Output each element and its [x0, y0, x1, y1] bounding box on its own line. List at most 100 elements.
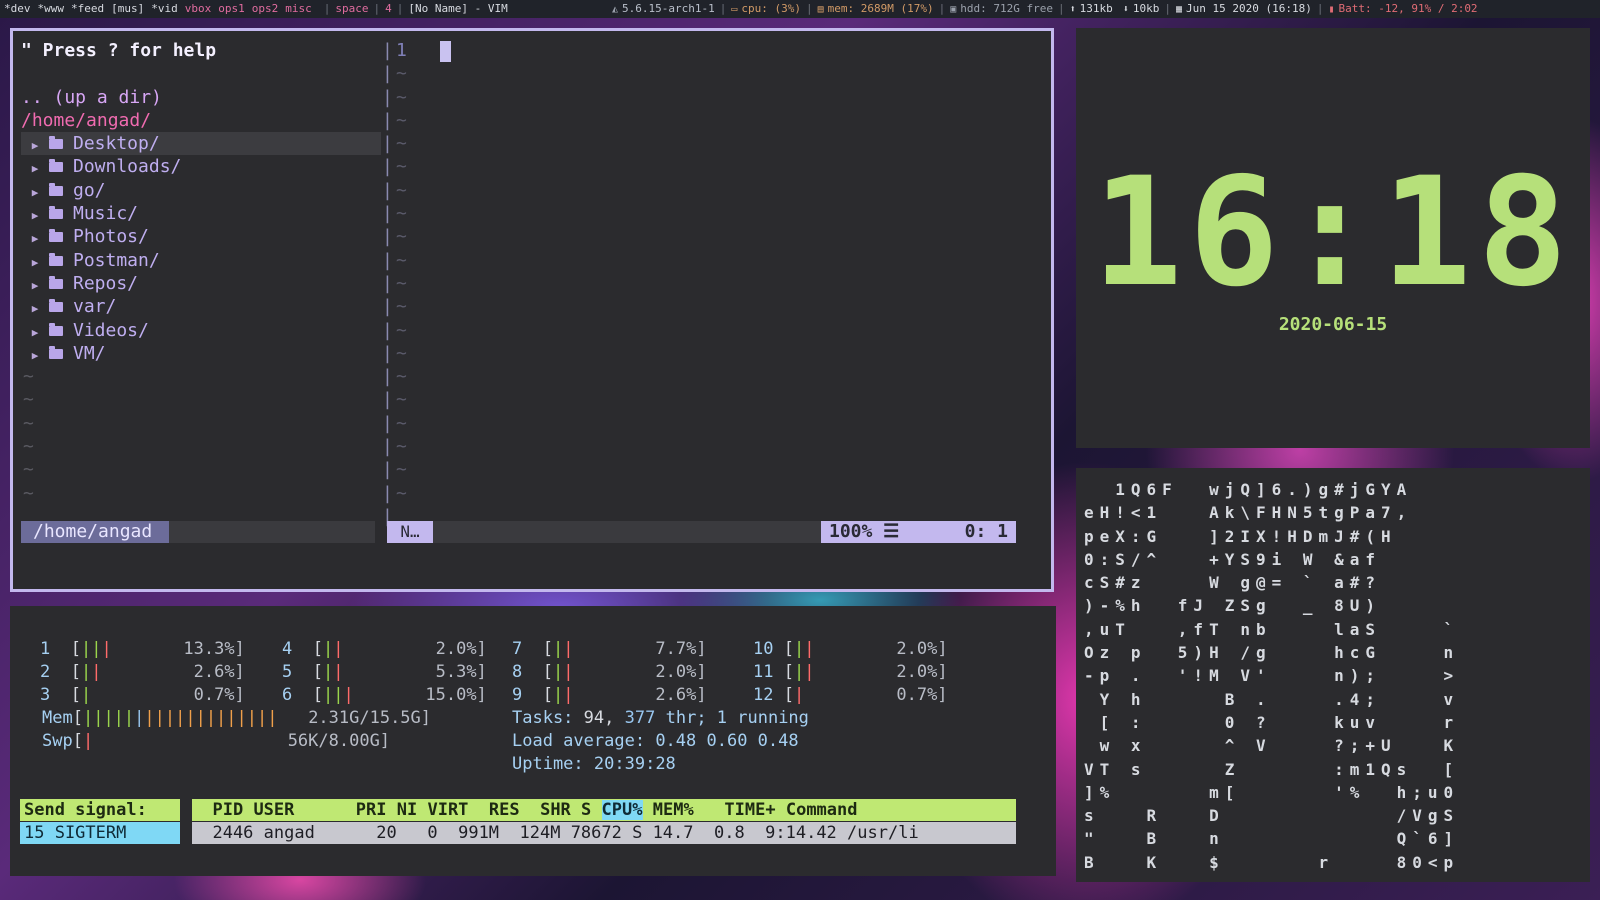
- monitor-icon: ▭: [731, 4, 738, 15]
- expand-arrow-icon[interactable]: ▶: [21, 344, 49, 367]
- workspace-vbox[interactable]: vbox: [185, 0, 212, 18]
- dir-entry-desktop[interactable]: ▶ Desktop/: [21, 132, 381, 157]
- empty-line-marker: ~: [396, 156, 407, 178]
- col-shr[interactable]: SHR: [520, 800, 571, 820]
- expand-arrow-icon[interactable]: ▶: [21, 297, 49, 320]
- dir-entry-go[interactable]: ▶ go/: [21, 179, 381, 202]
- dir-entry-videos[interactable]: ▶ Videos/: [21, 319, 381, 342]
- workspace-mus[interactable]: [mus]: [111, 0, 144, 18]
- dir-entry-var[interactable]: ▶ var/: [21, 295, 381, 318]
- workspace-ops1[interactable]: ops1: [218, 0, 245, 18]
- vertical-split-divider[interactable]: | | | | | | | | | | | | | | | | | | | | |: [382, 39, 396, 549]
- expand-arrow-icon[interactable]: ▶: [21, 274, 49, 297]
- col-time[interactable]: TIME+: [704, 800, 775, 820]
- empty-line-marker: ~: [396, 459, 407, 481]
- empty-line-marker: ~: [396, 133, 407, 155]
- workspace-feed[interactable]: *feed: [71, 0, 104, 18]
- folder-icon: [49, 206, 63, 220]
- cpu-meter-12: 12 [| 0.7%]: [753, 685, 948, 705]
- empty-line-marker: ~: [23, 366, 34, 388]
- dir-entry-repos[interactable]: ▶ Repos/: [21, 272, 381, 295]
- col-pri[interactable]: PRI: [335, 800, 387, 820]
- battery-icon: ▮: [1328, 4, 1335, 15]
- col-ni[interactable]: NI: [387, 800, 417, 820]
- expand-arrow-icon[interactable]: ▶: [21, 134, 49, 157]
- empty-line-marker: ~: [396, 203, 407, 225]
- net-download: 10kb: [1132, 2, 1160, 15]
- col-command[interactable]: Command: [776, 800, 858, 820]
- vim-window[interactable]: " Press ? for help .. (up a dir) /home/a…: [10, 28, 1054, 592]
- expand-arrow-icon[interactable]: ▶: [21, 204, 49, 227]
- workspace-misc[interactable]: misc: [285, 0, 312, 18]
- dir-entry-postman[interactable]: ▶ Postman/: [21, 249, 381, 272]
- dir-entry-downloads[interactable]: ▶ Downloads/: [21, 155, 381, 178]
- matrix-row: ]% m[ '% h;u0: [1084, 782, 1460, 802]
- folder-icon: [49, 345, 63, 359]
- download-icon: ⬇: [1122, 4, 1129, 15]
- editor-buffer[interactable]: 1 ~ ~ ~ ~ ~ ~ ~ ~ ~ ~ ~ ~ ~ ~ ~ ~ ~ ~ ~: [396, 39, 1036, 549]
- window-title: [No Name] - VIM: [408, 2, 508, 15]
- upload-icon: ⬆: [1069, 4, 1076, 15]
- empty-line-marker: ~: [396, 109, 407, 131]
- col-pid[interactable]: PID: [192, 800, 243, 820]
- col-mem[interactable]: MEM%: [653, 800, 694, 820]
- matrix-row: " B n Q`6]: [1084, 829, 1460, 849]
- status-right: ◭ 5.6.15-arch1-1 | ▭ cpu: (3%) | ▤ mem: 2689M (…: [612, 0, 1478, 18]
- empty-line-marker: ~: [23, 459, 34, 481]
- workspace-vid[interactable]: *vid: [151, 0, 178, 18]
- matrix-row: VT s Z :m1Qs [: [1084, 759, 1460, 779]
- matrix-row: Y h B . .4; v: [1084, 689, 1460, 709]
- col-res[interactable]: RES: [468, 800, 520, 820]
- memory-meter: Mem[||||||||||||||||||| 2.31G/15.5G]: [42, 708, 432, 728]
- date-time: Jun 15 2020 (16:18): [1185, 2, 1312, 15]
- matrix-row: -p . '!M V' n); >: [1084, 666, 1460, 686]
- matrix-row: )-%h fJ ZSg _ 8U): [1084, 596, 1382, 616]
- expand-arrow-icon[interactable]: ▶: [21, 227, 49, 250]
- dir-label: Music/: [73, 203, 139, 225]
- cpu-meter-4: 4 [|| 2.0%]: [282, 639, 487, 659]
- cpu-meter-10: 10 [|| 2.0%]: [753, 639, 948, 659]
- empty-line-marker: ~: [396, 319, 407, 341]
- dir-entry-music[interactable]: ▶ Music/: [21, 202, 381, 225]
- empty-line-marker: ~: [396, 272, 407, 294]
- dir-label: VM/: [73, 342, 106, 364]
- text-cursor: [440, 40, 451, 62]
- folder-icon: [49, 252, 63, 266]
- nerdtree-panel[interactable]: " Press ? for help .. (up a dir) /home/a…: [21, 39, 381, 549]
- matrix-row: w x ^ V ?;+U K: [1084, 736, 1460, 756]
- table-row[interactable]: 2446 angad 20 0 991M 124M 78672 S 14.7 0…: [192, 822, 1016, 844]
- htop-panel[interactable]: 1 [||| 13.3%] 2 [|| 2.6%] 3 [| 0.7%] 4 […: [10, 606, 1056, 876]
- empty-line-marker: ~: [396, 482, 407, 504]
- scroll-percent: 100% ☰: [829, 521, 900, 542]
- col-user[interactable]: USER: [253, 800, 335, 820]
- expand-arrow-icon[interactable]: ▶: [21, 181, 49, 204]
- tree-statusline: [169, 521, 375, 543]
- empty-line-marker: ~: [396, 412, 407, 434]
- line-number: 1: [396, 40, 407, 61]
- empty-line-marker: ~: [396, 249, 407, 271]
- signal-option-sigterm[interactable]: 15 SIGTERM: [20, 822, 180, 844]
- matrix-row: 0:S/^ +YS9i W &af: [1084, 549, 1382, 569]
- workspace-dev[interactable]: *dev: [4, 0, 31, 18]
- col-state[interactable]: S: [581, 800, 591, 820]
- uptime: Uptime: 20:39:28: [512, 754, 676, 774]
- layout-label[interactable]: space: [335, 0, 368, 18]
- dir-label: Postman/: [73, 249, 160, 271]
- expand-arrow-icon[interactable]: ▶: [21, 251, 49, 274]
- dir-entry-photos[interactable]: ▶ Photos/: [21, 225, 381, 248]
- dir-label: var/: [73, 296, 117, 318]
- dir-entry-vm[interactable]: ▶ VM/: [21, 342, 381, 365]
- up-dir-entry[interactable]: .. (up a dir): [21, 86, 381, 109]
- expand-arrow-icon[interactable]: ▶: [21, 321, 49, 344]
- matrix-row: Oz p 5)H /g hcG n: [1084, 643, 1460, 663]
- clock-date: 2020-06-15: [1278, 314, 1388, 335]
- load-average: Load average: 0.48 0.60 0.48: [512, 731, 799, 751]
- dir-label: Photos/: [73, 226, 149, 248]
- col-virt[interactable]: VIRT: [417, 800, 468, 820]
- cpu-meter-1: 1 [||| 13.3%]: [40, 639, 245, 659]
- col-cpu[interactable]: CPU%: [601, 800, 643, 820]
- workspace-www[interactable]: *www: [38, 0, 65, 18]
- expand-arrow-icon[interactable]: ▶: [21, 157, 49, 180]
- matrix-rain-terminal: 1Q6F wjQ]6.)g#jGYA eH!<1 Ak\FHN5tgPa7, p…: [1076, 468, 1590, 882]
- workspace-ops2[interactable]: ops2: [252, 0, 279, 18]
